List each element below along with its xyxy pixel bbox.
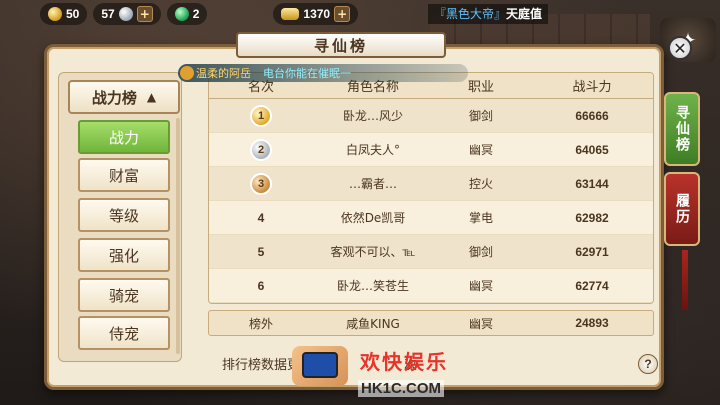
jade-gem-icon	[174, 7, 189, 21]
table-row[interactable]: 4 依然De凯哥 掌电 62982	[209, 201, 653, 235]
rank-cell: 1	[209, 104, 313, 127]
my-name: 咸鱼KING	[346, 316, 400, 331]
gold-ingot-icon	[281, 8, 300, 20]
gold-value: 50	[66, 7, 80, 21]
category-header-combat[interactable]: 战力榜 ▲	[68, 80, 180, 114]
table-row[interactable]: 6 卧龙…笑苍生 幽冥 62774	[209, 269, 653, 303]
header-power: 战斗力	[572, 80, 612, 95]
notice-sender: 温柔的阿岳	[196, 67, 251, 80]
server-info: 『黑色大帝』天庭值	[428, 4, 549, 24]
gold-medal-icon: 1	[250, 104, 272, 127]
bronze-medal-icon: 3	[250, 172, 272, 195]
rank-number: 4	[257, 210, 265, 225]
notice-message: 电台你能在催眠一	[263, 67, 351, 80]
sidebar-item-mount[interactable]: 骑宠	[78, 278, 170, 312]
sidebar-item-wealth[interactable]: 财富	[78, 158, 170, 192]
jade-value: 2	[192, 7, 200, 21]
panel-title: 寻仙榜	[236, 32, 446, 58]
gold-coin-icon	[48, 7, 62, 21]
tassel-decoration	[682, 250, 688, 310]
sidebar-item-enhance[interactable]: 强化	[78, 238, 170, 272]
rank-cell: 4	[209, 211, 313, 225]
player-name: 白凤夫人°	[345, 143, 400, 157]
table-row[interactable]: 3 …霸者… 控火 63144	[209, 167, 653, 201]
chevron-up-icon: ▲	[146, 90, 157, 104]
speaker-icon	[180, 66, 194, 80]
server-name: 天庭值	[506, 7, 543, 21]
close-button[interactable]: ✕	[668, 36, 692, 60]
gold-resource: 50	[40, 3, 88, 25]
player-name: …霸者…	[348, 177, 397, 191]
rank-cell: 2	[209, 138, 313, 161]
silver-value: 57	[101, 7, 115, 21]
ingot-resource: 1370 +	[273, 3, 359, 25]
silver-coin-icon	[118, 7, 133, 21]
resource-bar: 50 57 + 2 1370 +	[40, 0, 359, 28]
player-name: 卧龙…笑苍生	[336, 279, 409, 293]
player-power: 63144	[575, 176, 609, 191]
add-ingot-button[interactable]: +	[334, 6, 351, 22]
my-rank-row: 榜外 咸鱼KING 幽冥 24893	[208, 310, 654, 336]
watermark-phone-logo	[302, 352, 338, 378]
player-class: 幽冥	[468, 143, 493, 157]
tab-history[interactable]: 履历	[664, 172, 700, 246]
my-class: 幽冥	[468, 316, 493, 331]
player-power: 66666	[575, 108, 609, 123]
rank-cell: 6	[209, 279, 313, 293]
add-silver-button[interactable]: +	[136, 6, 153, 22]
silver-medal-icon: 2	[250, 138, 272, 161]
sidebar-scrollbar[interactable]	[176, 118, 180, 354]
player-power: 64065	[575, 142, 609, 157]
jade-resource: 2	[166, 3, 208, 25]
player-power: 62774	[575, 278, 609, 293]
silver-resource: 57 +	[93, 3, 161, 25]
player-name: 客观不可以、℡	[330, 245, 416, 259]
table-row[interactable]: 5 客观不可以、℡ 御剑 62971	[209, 235, 653, 269]
player-name: 卧龙…风少	[342, 109, 403, 123]
sidebar-item-level[interactable]: 等级	[78, 198, 170, 232]
rank-cell: 5	[209, 245, 313, 259]
server-bracket: 『黑色大帝』	[434, 7, 507, 21]
table-row[interactable]: 7卧龙…义御剑62718	[209, 303, 653, 304]
player-class: 掌电	[468, 211, 493, 225]
help-button[interactable]: ?	[638, 354, 658, 374]
player-class: 幽冥	[468, 279, 493, 293]
ranking-table: 名次 角色名称 职业 战斗力 1 卧龙…风少 御剑 66666 2 白凤夫人° 幽冥 6406…	[208, 72, 654, 304]
player-class: 控火	[468, 177, 493, 191]
watermark-url: HK1C.COM	[358, 380, 445, 397]
ingot-value: 1370	[303, 7, 331, 21]
watermark-text: 欢快娱乐	[360, 350, 448, 374]
tab-immortal-ranking[interactable]: 寻仙榜	[664, 92, 700, 166]
player-class: 御剑	[468, 109, 493, 123]
rank-cell: 3	[209, 172, 313, 195]
my-rank: 榜外	[248, 316, 273, 331]
table-row[interactable]: 1 卧龙…风少 御剑 66666	[209, 99, 653, 133]
player-name: 依然De凯哥	[340, 211, 406, 225]
sidebar-item-power[interactable]: 战力	[78, 120, 170, 154]
player-class: 御剑	[468, 245, 493, 259]
player-power: 62971	[575, 244, 609, 259]
footer-note-text: 排行榜数据更	[222, 358, 301, 373]
broadcast-notice: 温柔的阿岳 电台你能在催眠一	[178, 64, 468, 82]
table-row[interactable]: 2 白凤夫人° 幽冥 64065	[209, 133, 653, 167]
sidebar-item-pet[interactable]: 侍宠	[78, 316, 170, 350]
player-power: 62982	[575, 210, 609, 225]
rank-number: 5	[257, 244, 265, 259]
rank-number: 6	[257, 278, 265, 293]
category-header-label: 战力榜	[91, 88, 137, 107]
my-power: 24893	[575, 316, 609, 330]
right-tab-bar: 寻仙榜 履历	[664, 92, 704, 252]
